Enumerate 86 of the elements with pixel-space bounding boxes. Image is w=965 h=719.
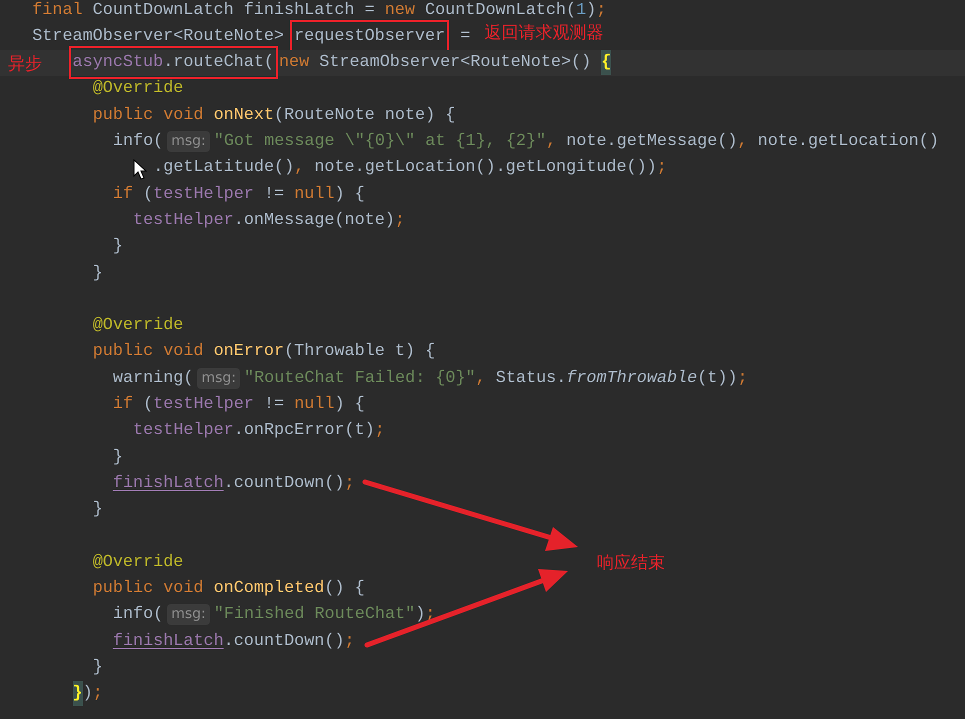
method-name: onCompleted — [214, 578, 324, 600]
code-text: ) — [586, 0, 596, 22]
code-text: .routeChat( — [163, 52, 274, 74]
punctuation: ; — [374, 420, 385, 442]
code-text: != — [262, 184, 286, 206]
matched-brace: { — [601, 50, 612, 76]
code-text: ) { — [334, 394, 365, 416]
keyword: public void — [92, 578, 204, 600]
code-text: note.getMessage() — [566, 131, 738, 154]
code-text: StreamObserver<RouteNote> — [32, 26, 285, 48]
punctuation: ; — [656, 157, 667, 180]
method-call: fromThrowable — [566, 368, 698, 390]
parameter-hint: msg: — [167, 604, 210, 626]
annotation: @Override — [92, 552, 184, 574]
code-text: } — [92, 262, 103, 285]
code-text: ) — [415, 604, 426, 626]
code-text: (RouteNote note) { — [274, 104, 456, 127]
code-text: ( — [143, 394, 154, 416]
punctuation: ; — [344, 630, 355, 653]
field-name: testHelper — [133, 210, 234, 232]
code-text: CountDownLatch finishLatch = — [92, 0, 376, 22]
keyword: null — [294, 184, 334, 206]
method-name: onError — [214, 341, 284, 364]
string-literal: "Finished RouteChat" — [214, 604, 416, 626]
field-name: finishLatch — [112, 630, 224, 653]
code-text: } — [112, 236, 123, 258]
code-text: .countDown() — [224, 630, 345, 653]
annotation: @Override — [92, 315, 184, 338]
code-text: (t)) — [697, 368, 738, 390]
code-text: warning( — [112, 368, 194, 390]
annotation-label: 响应结束 — [597, 552, 665, 575]
code-text: info( — [112, 604, 164, 626]
punctuation: , — [546, 131, 558, 154]
keyword: if — [112, 394, 134, 416]
keyword: if — [112, 184, 134, 206]
field-name: testHelper — [153, 394, 254, 416]
punctuation: , — [737, 131, 749, 154]
code-text: .countDown() — [224, 472, 345, 495]
keyword: new — [278, 52, 310, 74]
keyword: new — [384, 0, 416, 22]
code-text: } — [112, 446, 123, 469]
field-name: finishLatch — [112, 472, 224, 495]
code-text: requestObserver — [294, 26, 446, 48]
code-text: ) — [82, 683, 93, 706]
keyword: public void — [92, 341, 204, 364]
number-literal: 1 — [576, 0, 586, 22]
annotation-label: 异步 — [8, 52, 42, 76]
method-name: onNext — [214, 104, 274, 127]
code-text: } — [92, 499, 103, 522]
code-text: (Throwable t) { — [284, 341, 436, 364]
punctuation: ; — [394, 210, 405, 232]
code-text: .getLatitude() — [153, 157, 294, 180]
code-text: info( — [112, 131, 164, 154]
mouse-pointer-icon — [134, 158, 148, 180]
annotation-label: 返回请求观测器 — [484, 22, 604, 45]
punctuation: ; — [596, 0, 606, 22]
parameter-hint: msg: — [167, 131, 210, 152]
code-text: .onRpcError(t) — [234, 420, 375, 442]
code-text: () { — [324, 578, 365, 600]
code-text: ) { — [334, 184, 365, 206]
punctuation: ; — [738, 368, 748, 390]
code-text: StreamObserver<RouteNote>() — [319, 52, 592, 74]
keyword: null — [294, 394, 334, 416]
code-text: = — [459, 26, 470, 48]
field-name: testHelper — [133, 420, 234, 442]
parameter-hint: msg: — [197, 368, 240, 389]
string-literal: "RouteChat Failed: {0}" — [244, 368, 476, 390]
punctuation: ; — [92, 683, 103, 706]
keyword: final — [32, 0, 84, 22]
punctuation: , — [294, 157, 306, 180]
code-text: != — [262, 394, 286, 416]
code-text: } — [92, 656, 103, 679]
string-literal: "Got message \"{0}\" at {1}, {2}" — [214, 131, 546, 154]
punctuation: ; — [344, 472, 355, 495]
field-name: asyncStub — [72, 52, 164, 74]
matched-brace: } — [72, 681, 83, 706]
code-text: CountDownLatch( — [425, 0, 576, 22]
code-text: note.getLocation().getLongitude()) — [314, 157, 657, 180]
keyword: public void — [92, 104, 204, 127]
punctuation: , — [476, 368, 487, 390]
annotation: @Override — [92, 78, 184, 100]
code-text: note.getLocation() — [758, 131, 939, 154]
code-text: .onMessage(note) — [234, 210, 395, 232]
field-name: testHelper — [153, 184, 254, 206]
code-text: Status. — [496, 368, 566, 390]
code-text: ( — [143, 184, 154, 206]
